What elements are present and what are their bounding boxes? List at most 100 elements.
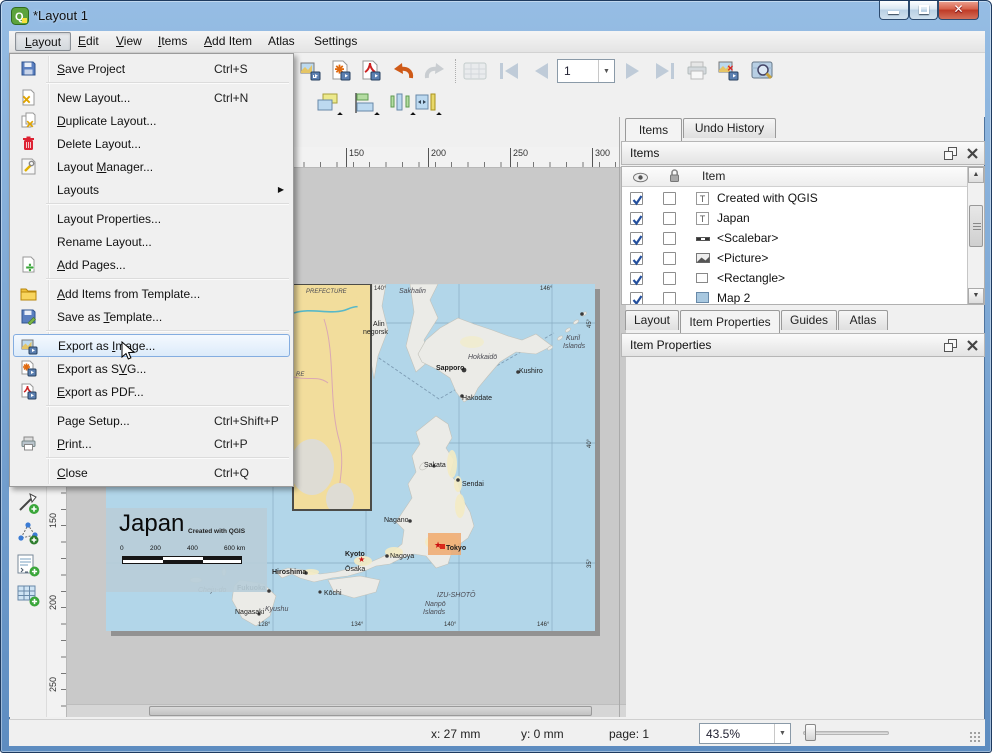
tab-guides[interactable]: Guides <box>781 310 837 330</box>
atlas-first-feature-icon[interactable] <box>495 57 523 85</box>
item-row-scalebar[interactable]: <Scalebar> <box>622 229 966 249</box>
float-panel-icon[interactable] <box>944 339 958 353</box>
menu-item-layout-properties[interactable]: Layout Properties... <box>10 207 293 230</box>
tab-items[interactable]: Items <box>625 118 682 141</box>
scalebar-item-icon <box>696 237 710 241</box>
visibility-checkbox[interactable] <box>630 252 643 265</box>
visibility-checkbox[interactable] <box>630 192 643 205</box>
distribute-items-icon[interactable] <box>387 89 415 117</box>
item-row-created-with-qgis[interactable]: T Created with QGIS <box>622 189 966 209</box>
tab-item-properties[interactable]: Item Properties <box>680 310 780 333</box>
menu-item-new-layout[interactable]: New Layout... Ctrl+N <box>10 86 293 109</box>
menu-item-export-as-pdf[interactable]: Export as PDF... <box>10 380 293 403</box>
item-row-rectangle[interactable]: <Rectangle> <box>622 269 966 289</box>
scalebar-item[interactable] <box>122 556 242 564</box>
items-table-scrollbar[interactable]: ▲ ▼ <box>967 167 984 304</box>
visibility-checkbox[interactable] <box>630 232 643 245</box>
menubar-items[interactable]: Items <box>149 32 196 51</box>
minimize-button[interactable] <box>879 1 909 20</box>
menubar-add-item[interactable]: Add Item <box>195 32 261 51</box>
float-panel-icon[interactable] <box>944 147 958 161</box>
chevron-down-icon[interactable]: ▼ <box>774 724 790 743</box>
menu-item-add-items-from-template[interactable]: Add Items from Template... <box>10 282 293 305</box>
visibility-checkbox[interactable] <box>630 272 643 285</box>
canvas-horizontal-scrollbar[interactable] <box>67 704 626 717</box>
menu-item-add-pages[interactable]: Add Pages... <box>10 253 293 276</box>
menubar-edit[interactable]: Edit <box>69 32 108 51</box>
add-arrow-icon[interactable] <box>16 491 40 515</box>
map-label-hakodate: Hakodate <box>462 395 492 403</box>
undo-icon[interactable] <box>389 57 417 85</box>
menu-item-close[interactable]: Close Ctrl+Q <box>10 461 293 484</box>
menu-item-layout-manager[interactable]: Layout Manager... <box>10 155 293 178</box>
zoom-full-icon[interactable] <box>749 57 777 85</box>
close-button[interactable]: ✕ <box>938 1 979 20</box>
visibility-checkbox[interactable] <box>630 212 643 225</box>
lock-checkbox[interactable] <box>663 292 676 305</box>
menubar-atlas[interactable]: Atlas <box>259 32 304 51</box>
menu-item-export-as-image[interactable]: Export as Image... <box>13 334 290 357</box>
menubar-layout[interactable]: Layout <box>15 32 71 51</box>
resize-grip[interactable] <box>970 732 980 742</box>
close-panel-icon[interactable] <box>966 339 980 353</box>
add-node-item-icon[interactable] <box>16 521 40 545</box>
lock-checkbox[interactable] <box>663 272 676 285</box>
map-label-sakhalin: Sakhalin <box>399 288 426 296</box>
rectangle-item[interactable]: Japan Created with QGIS 0 200 400 600 km <box>106 508 267 592</box>
menu-item-save-project[interactable]: Save Project Ctrl+S <box>10 57 293 80</box>
item-row-japan[interactable]: T Japan <box>622 209 966 229</box>
menubar-settings[interactable]: Settings <box>305 32 366 51</box>
close-panel-icon[interactable] <box>966 147 980 161</box>
zoom-slider-handle[interactable] <box>805 724 816 741</box>
visibility-checkbox[interactable] <box>630 292 643 305</box>
menu-item-delete-layout[interactable]: Delete Layout... <box>10 132 293 155</box>
add-table-icon[interactable] <box>16 583 40 607</box>
export-image-icon <box>21 338 38 355</box>
scrollbar-handle[interactable] <box>969 205 983 247</box>
atlas-previous-feature-icon[interactable] <box>527 57 555 85</box>
export-pdf-toolbar-icon[interactable] <box>357 57 385 85</box>
tab-undo-history[interactable]: Undo History <box>683 118 776 138</box>
menu-item-print[interactable]: Print... Ctrl+P <box>10 432 293 455</box>
scrollbar-handle[interactable] <box>149 706 592 716</box>
tab-layout[interactable]: Layout <box>625 310 679 330</box>
titlebar[interactable]: Q *Layout 1 ✕ <box>1 1 992 31</box>
chevron-down-icon <box>337 112 343 118</box>
lock-checkbox[interactable] <box>663 192 676 205</box>
map-label-osaka: Ōsaka <box>345 566 365 574</box>
atlas-settings-icon[interactable] <box>461 57 489 85</box>
item-row-picture[interactable]: <Picture> <box>622 249 966 269</box>
menu-item-rename-layout[interactable]: Rename Layout... <box>10 230 293 253</box>
menu-item-page-setup[interactable]: Page Setup... Ctrl+Shift+P <box>10 409 293 432</box>
align-items-icon[interactable] <box>351 89 379 117</box>
print-atlas-icon[interactable] <box>683 57 711 85</box>
atlas-next-feature-icon[interactable] <box>619 57 647 85</box>
lock-checkbox[interactable] <box>663 232 676 245</box>
lock-checkbox[interactable] <box>663 252 676 265</box>
resize-items-icon[interactable] <box>413 89 441 117</box>
zoom-level-combobox[interactable]: 43.5% ▼ <box>699 723 791 744</box>
add-html-icon[interactable] <box>16 553 40 577</box>
map-item-inset[interactable]: PREFECTURE RE <box>292 284 372 511</box>
map-label-kyushu: Kyushu <box>265 606 288 614</box>
menu-item-duplicate-layout[interactable]: Duplicate Layout... <box>10 109 293 132</box>
atlas-last-feature-icon[interactable] <box>651 57 679 85</box>
menubar-view[interactable]: View <box>107 32 151 51</box>
menu-item-save-as-template[interactable]: Save as Template... <box>10 305 293 328</box>
scroll-down-icon[interactable]: ▼ <box>968 288 984 304</box>
lock-checkbox[interactable] <box>663 212 676 225</box>
export-atlas-icon[interactable] <box>715 57 743 85</box>
tab-atlas[interactable]: Atlas <box>838 310 888 330</box>
export-image-toolbar-icon[interactable] <box>297 57 325 85</box>
atlas-page-combobox[interactable]: 1 ▼ <box>557 59 615 83</box>
menu-item-export-as-svg[interactable]: Export as SVG... <box>10 357 293 380</box>
chevron-down-icon[interactable]: ▼ <box>598 60 614 82</box>
scroll-up-icon[interactable]: ▲ <box>968 167 984 183</box>
redo-icon[interactable] <box>421 57 449 85</box>
item-row-map2[interactable]: Map 2 <box>622 289 966 305</box>
raise-items-icon[interactable] <box>314 89 342 117</box>
menu-item-layouts-submenu[interactable]: Layouts ▶ <box>10 178 293 201</box>
export-svg-toolbar-icon[interactable] <box>327 57 355 85</box>
ruler-label: 300 <box>592 148 610 168</box>
maximize-button[interactable] <box>909 1 938 20</box>
